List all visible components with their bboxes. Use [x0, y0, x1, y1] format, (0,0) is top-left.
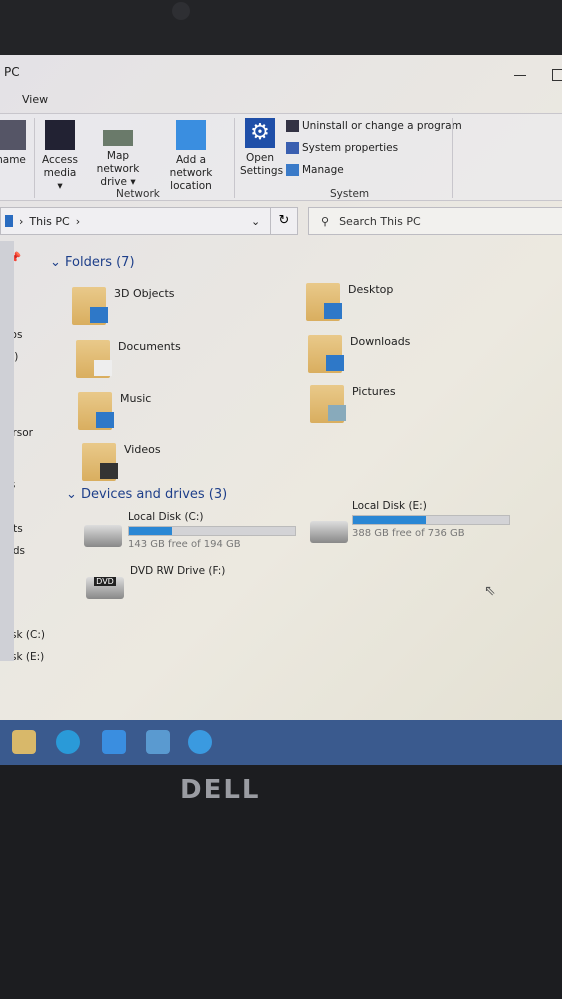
access-media-button[interactable]: Access media ▾ [40, 120, 80, 193]
drive-name: DVD RW Drive (F:) [130, 565, 226, 577]
folder-3d-objects[interactable]: 3D Objects [72, 287, 175, 325]
address-bar[interactable]: › This PC › ⌄ [0, 207, 298, 235]
system-group-label: System [330, 188, 370, 200]
checkbox-icon [286, 142, 299, 154]
pc-icon [5, 215, 13, 227]
map-drive-label: Map network drive ▾ [96, 150, 140, 188]
folder-label: Music [120, 392, 152, 405]
folder-icon [72, 287, 108, 325]
drive-icon [310, 521, 348, 543]
folder-downloads[interactable]: Downloads [308, 335, 410, 373]
rename-icon [0, 120, 26, 150]
drive-f[interactable]: DVD RW Drive (F:) [130, 565, 225, 577]
usage-fill [129, 527, 173, 535]
refresh-button[interactable]: ↻ [270, 207, 298, 235]
chevron-right-icon: › [19, 214, 24, 228]
top-bezel [0, 0, 562, 58]
telegram-icon[interactable] [188, 730, 212, 754]
drive-free: 143 GB free of 194 GB [128, 539, 241, 550]
folder-label: Desktop [348, 283, 394, 296]
folders-header[interactable]: ⌄ Folders (7) [50, 255, 135, 270]
folder-label: Documents [118, 340, 181, 353]
chevron-down-icon[interactable]: ⌄ [251, 215, 260, 228]
search-input[interactable]: ⚲ Search This PC [308, 207, 562, 235]
system-properties-label: System properties [302, 142, 399, 154]
rename-label: name [0, 154, 26, 166]
computer-manage-icon [286, 164, 299, 176]
mail-icon[interactable] [146, 730, 170, 754]
devices-header[interactable]: ⌄ Devices and drives (3) [66, 487, 227, 502]
usage-fill [353, 516, 427, 524]
add-network-location-button[interactable]: Add a network location [154, 120, 228, 193]
file-explorer-icon[interactable] [12, 730, 36, 754]
folder-label: Downloads [350, 335, 411, 348]
drive-name: Local Disk (E:) [352, 500, 427, 512]
divider [234, 118, 235, 198]
tab-view[interactable]: View [22, 93, 48, 106]
uninstall-program-button[interactable]: Uninstall or change a program [286, 120, 462, 132]
devices-header-label: Devices and drives (3) [81, 487, 228, 502]
map-network-drive-button[interactable]: Map network drive ▾ [84, 120, 152, 189]
ribbon: name Access media ▾ Map network drive ▾ … [0, 113, 562, 201]
network-group-label: Network [116, 188, 160, 200]
uninstall-label: Uninstall or change a program [302, 120, 462, 132]
open-settings-button[interactable]: ⚙ Open Settings [240, 118, 284, 178]
nav-scrollbar[interactable] [0, 241, 14, 661]
settings-gear-icon: ⚙ [245, 118, 275, 148]
dvd-label: DVD [94, 577, 116, 586]
chevron-right-icon: › [75, 214, 81, 228]
search-icon: ⚲ [321, 214, 330, 228]
folder-videos[interactable]: Videos [82, 443, 161, 481]
system-properties-button[interactable]: System properties [286, 142, 398, 154]
window-title: PC [4, 65, 20, 79]
folder-music[interactable]: Music [78, 392, 151, 430]
folder-label: Videos [124, 443, 161, 456]
add-location-label: Add a network location [169, 154, 213, 192]
program-icon [286, 120, 299, 132]
drive-name: Local Disk (C:) [128, 511, 204, 523]
drive-free: 388 GB free of 736 GB [352, 528, 465, 539]
webcam [172, 2, 190, 20]
manage-button[interactable]: Manage [286, 164, 344, 176]
network-drive-icon [103, 130, 133, 146]
access-media-label: Access media ▾ [42, 154, 78, 192]
taskbar [0, 720, 562, 765]
folder-icon [308, 335, 344, 373]
dell-logo: DELL [180, 775, 261, 805]
drive-e[interactable]: Local Disk (E:) 388 GB free of 736 GB [352, 500, 510, 539]
breadcrumb-this-pc[interactable]: This PC [29, 215, 69, 228]
folder-icon [306, 283, 342, 321]
edge-icon[interactable] [56, 730, 80, 754]
navigation-pane: 📌 otos (E:) Persor cts ents oads es : Di… [0, 241, 66, 663]
screen: PC View name Access media ▾ Map network … [0, 55, 562, 765]
folder-desktop[interactable]: Desktop [306, 283, 393, 321]
folder-documents[interactable]: Documents [76, 340, 181, 378]
dvd-drive-icon: DVD [86, 577, 124, 599]
drive-c[interactable]: Local Disk (C:) 143 GB free of 194 GB [128, 511, 296, 550]
folder-label: Pictures [352, 385, 396, 398]
maximize-button[interactable] [552, 69, 562, 81]
teamviewer-icon[interactable] [102, 730, 126, 754]
folder-icon [76, 340, 112, 378]
search-placeholder: Search This PC [339, 214, 421, 228]
open-settings-label: Open Settings [240, 152, 284, 177]
minimize-button[interactable] [514, 75, 526, 76]
media-icon [45, 120, 75, 150]
folder-icon [82, 443, 118, 481]
folders-header-label: Folders (7) [65, 255, 135, 270]
folder-icon [78, 392, 114, 430]
folder-label: 3D Objects [114, 287, 175, 300]
divider [452, 118, 453, 198]
folder-icon [310, 385, 346, 423]
rename-button[interactable]: name [0, 120, 26, 167]
drive-usage-bar [128, 526, 296, 536]
divider [34, 118, 35, 198]
folder-pictures[interactable]: Pictures [310, 385, 396, 423]
windows-drive-icon [84, 525, 122, 547]
manage-label: Manage [302, 164, 344, 176]
drive-usage-bar [352, 515, 510, 525]
network-location-icon [176, 120, 206, 150]
mouse-cursor-icon: ⇖ [484, 583, 496, 599]
